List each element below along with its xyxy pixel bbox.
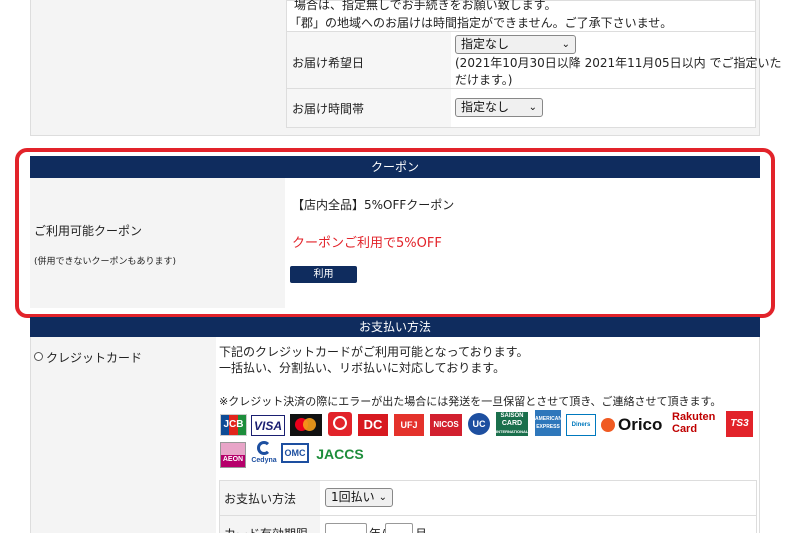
diners-logo: Diners Club — [566, 414, 596, 436]
expiry-month-suffix: 月 — [415, 525, 427, 533]
delivery-date-select[interactable]: 指定なし ⌄ — [455, 35, 576, 54]
payment-method-label: お支払い方法 — [224, 492, 297, 506]
jaccs-logo: JACCS — [316, 446, 364, 462]
amex-logo: AMERICAN EXPRESS — [535, 410, 561, 436]
saison-card-logo: SAISON CARD INTERNATIONAL — [496, 412, 528, 436]
uc-logo: UC — [468, 413, 490, 435]
visa-logo: VISA — [251, 415, 285, 436]
orico-logo: Orico — [600, 414, 666, 436]
credit-card-radio[interactable] — [34, 352, 43, 361]
delivery-time-label: お届け時間帯 — [292, 102, 365, 116]
card-expiry-label: カード有効期限 — [224, 525, 308, 533]
delivery-date-label: お届け希望日 — [292, 56, 365, 70]
payment-desc-3: ※クレジット決済の際にエラーが出た場合には発送を一旦保留とさせて頂き、ご連絡させ… — [219, 395, 722, 408]
saison-logo — [328, 412, 352, 436]
payment-desc-2: 一括払い、分割払い、リボ払いに対応しております。 — [219, 361, 506, 375]
credit-card-label: クレジットカード — [46, 351, 143, 365]
payment-header: お支払い方法 — [30, 317, 760, 337]
installment-select[interactable]: 1回払い ⌄ — [325, 488, 393, 507]
aeon-logo: AEON — [220, 442, 246, 468]
delivery-note-2: 「郡」の地域へのお届けは時間指定ができません。ご了承下さいませ。 — [289, 16, 673, 30]
delivery-date-note-2: だけます。) — [455, 73, 513, 87]
delivery-date-note-1: (2021年10月30日以降 2021年11月05日以内 でご指定いた — [455, 56, 782, 70]
delivery-note-1: 場合は、指定無しでお手続きをお願い致します。 — [294, 0, 557, 12]
omc-logo: OMC — [281, 443, 309, 463]
jcb-logo: JCB — [220, 414, 247, 436]
chevron-down-icon: ⌄ — [561, 39, 570, 50]
payment-desc-1: 下記のクレジットカードがご利用可能となっております。 — [219, 345, 529, 359]
expiry-month-input[interactable] — [385, 523, 413, 533]
chevron-down-icon: ⌄ — [528, 102, 537, 113]
cedyna-logo: Cedyna — [251, 441, 277, 467]
nicos-logo: NICOS — [430, 414, 462, 436]
ufj-logo: UFJ — [394, 414, 424, 436]
ts3-logo: TS3 — [726, 411, 753, 437]
divider — [220, 515, 756, 516]
coupon-highlight-frame — [15, 148, 775, 318]
payment-label-cell — [30, 337, 216, 533]
rakuten-card-logo: Rakuten Card — [672, 411, 716, 435]
delivery-time-select[interactable]: 指定なし ⌄ — [455, 98, 543, 117]
chevron-down-icon: ⌄ — [378, 492, 387, 503]
expiry-year-suffix: 年/ — [369, 525, 385, 533]
expiry-year-input[interactable] — [325, 523, 367, 533]
dc-logo: DC — [358, 414, 388, 436]
mastercard-logo — [290, 414, 322, 436]
